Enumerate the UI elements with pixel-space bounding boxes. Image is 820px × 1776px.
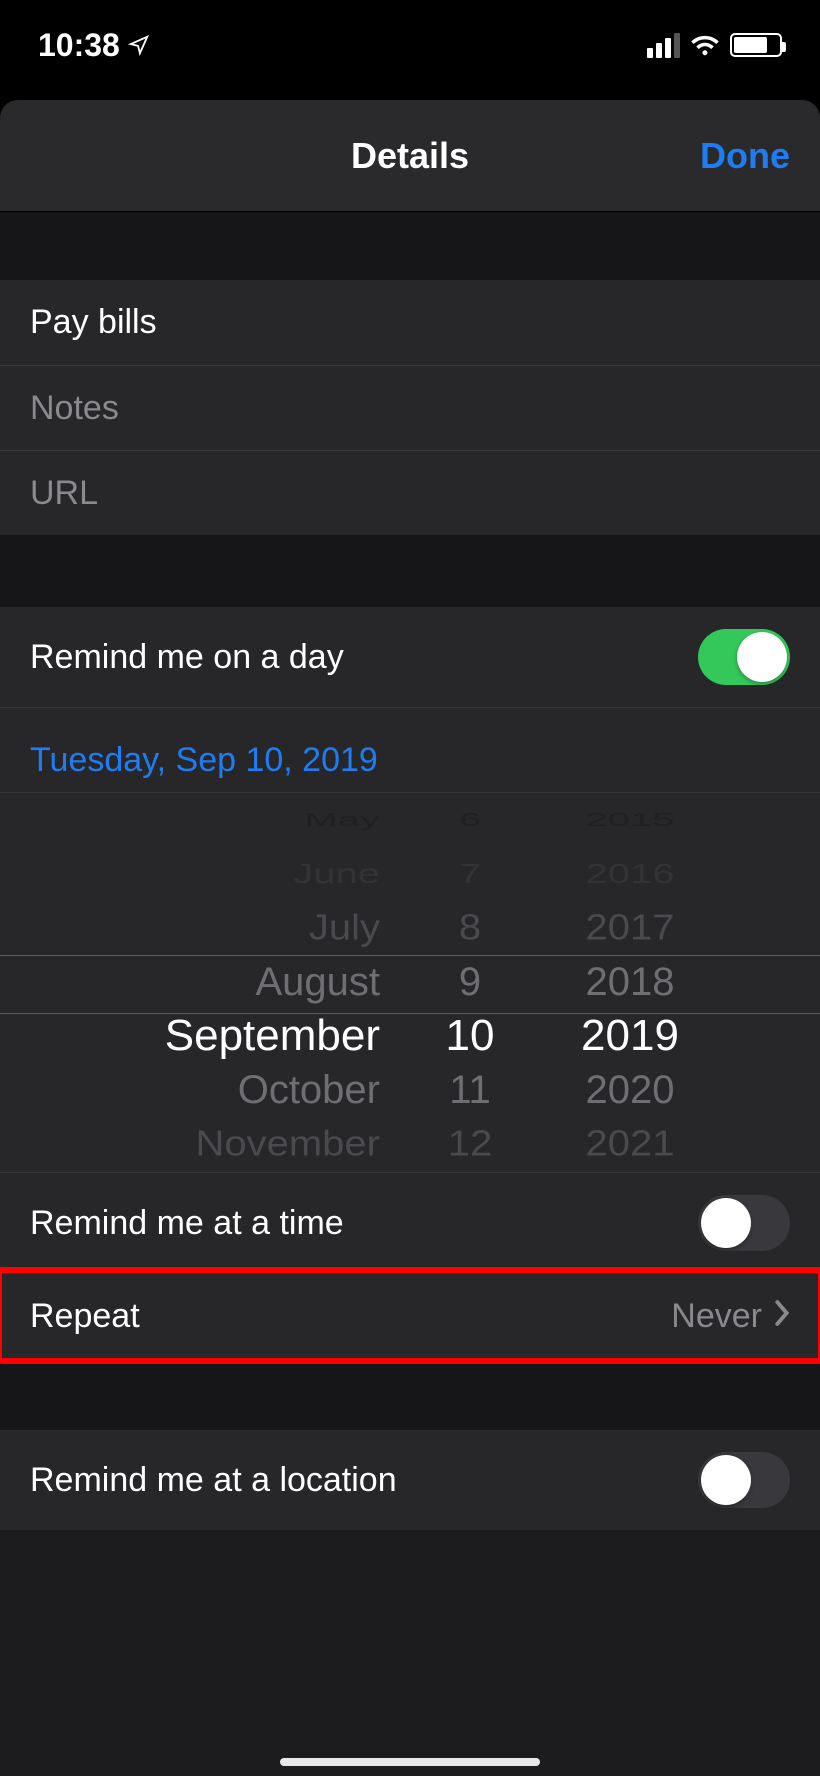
repeat-label: Repeat: [30, 1297, 140, 1336]
battery-icon: [730, 33, 782, 57]
picker-month-option[interactable]: November: [195, 1120, 380, 1169]
reminder-title-value: Pay bills: [30, 303, 157, 342]
reminder-title-field[interactable]: Pay bills: [0, 280, 820, 365]
done-button[interactable]: Done: [700, 100, 790, 211]
selected-date-row[interactable]: Tuesday, Sep 10, 2019: [0, 707, 820, 792]
remind-day-label: Remind me on a day: [30, 638, 344, 677]
picker-year-option[interactable]: 2020: [586, 1063, 675, 1117]
section-gap: [0, 212, 820, 280]
status-right: [647, 27, 782, 64]
picker-day-option[interactable]: 7: [459, 855, 481, 893]
picker-year-option[interactable]: 2021: [586, 1120, 675, 1169]
status-left: 10:38: [38, 27, 150, 64]
day-section: Remind me on a day Tuesday, Sep 10, 2019…: [0, 607, 820, 1358]
picker-year-column[interactable]: 2015 2016 2017 2018 2019 2020 2021 2022 …: [530, 793, 730, 1172]
reminder-url-field[interactable]: URL: [0, 450, 820, 535]
picker-month-column[interactable]: May June July August September October N…: [90, 793, 410, 1172]
picker-month-option[interactable]: May: [304, 808, 380, 832]
remind-time-toggle[interactable]: [698, 1195, 790, 1251]
remind-location-toggle[interactable]: [698, 1452, 790, 1508]
notes-placeholder: Notes: [30, 389, 119, 428]
section-gap: [0, 1358, 820, 1430]
picker-month-option[interactable]: June: [293, 855, 380, 893]
picker-month-option[interactable]: August: [255, 955, 380, 1009]
reminder-notes-field[interactable]: Notes: [0, 365, 820, 450]
picker-month-selected[interactable]: September: [165, 1009, 380, 1063]
picker-day-option[interactable]: 9: [459, 955, 481, 1009]
picker-month-option[interactable]: October: [238, 1063, 380, 1117]
remind-time-label: Remind me at a time: [30, 1204, 344, 1243]
location-services-icon: [128, 27, 150, 64]
section-gap: [0, 535, 820, 607]
chevron-right-icon: [774, 1297, 790, 1336]
status-bar: 10:38: [0, 0, 820, 90]
wifi-icon: [690, 27, 720, 64]
picker-day-selected[interactable]: 10: [446, 1009, 495, 1063]
cellular-signal-icon: [647, 33, 680, 58]
picker-day-option[interactable]: 11: [449, 1063, 491, 1117]
remind-location-row: Remind me at a location: [0, 1430, 820, 1530]
remind-time-row: Remind me at a time: [0, 1172, 820, 1273]
remind-location-label: Remind me at a location: [30, 1461, 397, 1500]
remind-day-row: Remind me on a day: [0, 607, 820, 707]
picker-year-selected[interactable]: 2019: [581, 1009, 679, 1063]
remind-day-toggle[interactable]: [698, 629, 790, 685]
home-indicator[interactable]: [280, 1758, 540, 1766]
page-title: Details: [351, 135, 469, 177]
picker-year-option[interactable]: 2018: [586, 955, 675, 1009]
picker-year-option[interactable]: 2015: [586, 808, 675, 832]
selected-date-value: Tuesday, Sep 10, 2019: [30, 741, 378, 780]
reminder-text-section: Pay bills Notes URL: [0, 280, 820, 535]
picker-day-column[interactable]: 6 7 8 9 10 11 12 13 14: [410, 793, 530, 1172]
url-placeholder: URL: [30, 474, 98, 513]
location-section: Remind me at a location: [0, 1430, 820, 1530]
repeat-value-container: Never: [671, 1297, 790, 1336]
repeat-row[interactable]: Repeat Never: [0, 1273, 820, 1358]
picker-day-option[interactable]: 12: [448, 1120, 493, 1169]
date-picker[interactable]: May June July August September October N…: [0, 792, 820, 1172]
details-sheet: Details Done Pay bills Notes URL Remind …: [0, 100, 820, 1776]
picker-year-option[interactable]: 2016: [586, 855, 675, 893]
picker-day-option[interactable]: 6: [459, 808, 481, 832]
repeat-value: Never: [671, 1297, 762, 1336]
picker-year-option[interactable]: 2017: [586, 904, 675, 953]
picker-month-option[interactable]: July: [309, 904, 380, 953]
picker-day-option[interactable]: 8: [459, 904, 481, 953]
status-time: 10:38: [38, 27, 120, 64]
sheet-header: Details Done: [0, 100, 820, 212]
